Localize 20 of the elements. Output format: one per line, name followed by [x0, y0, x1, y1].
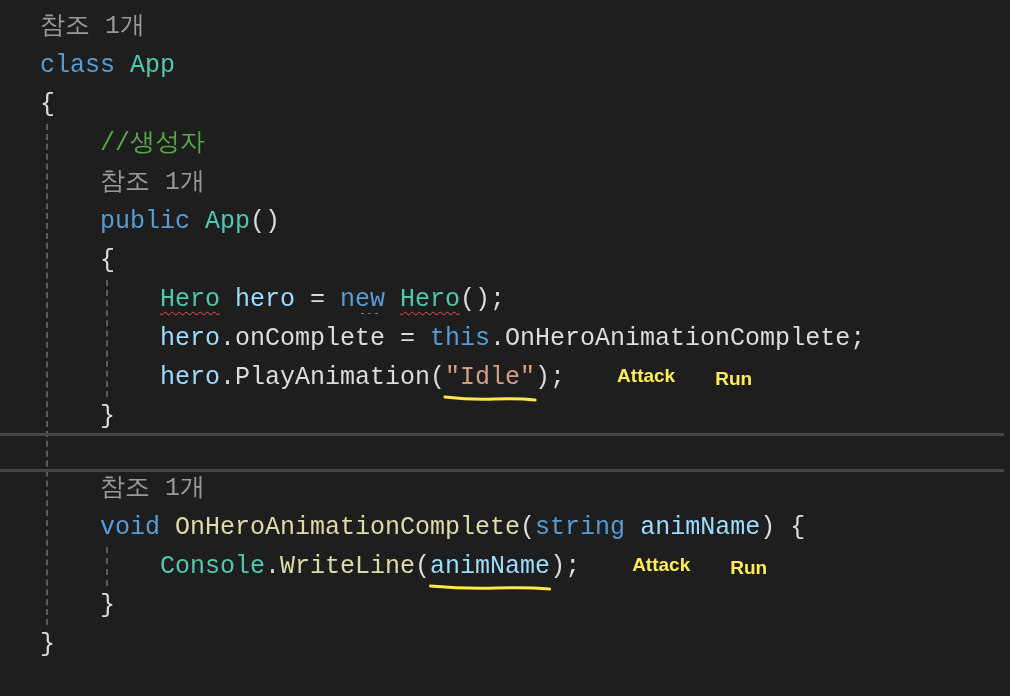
- code-line: public App(): [100, 206, 281, 238]
- code-line: Console.WriteLine(animName);: [160, 551, 581, 583]
- reference-count[interactable]: 참조 1개: [100, 163, 205, 202]
- code-line: hero.onComplete = this.OnHeroAnimationComplete;: [160, 323, 866, 355]
- reference-count[interactable]: 참조 1개: [40, 7, 145, 46]
- code-line: }: [100, 590, 115, 622]
- code-line: class App: [40, 50, 176, 82]
- handwritten-note: Run: [730, 556, 768, 577]
- code-line: }: [100, 401, 115, 433]
- code-line: void OnHeroAnimationComplete(string animName) {: [100, 512, 806, 544]
- code-line: {: [100, 245, 115, 277]
- handwritten-note: Attack: [617, 364, 676, 388]
- handwritten-note: Run: [715, 367, 753, 388]
- code-comment: //생성자: [100, 128, 205, 160]
- code-line: }: [40, 629, 55, 661]
- code-line: Hero hero = new Hero();: [160, 284, 506, 316]
- code-line: hero.PlayAnimation("Idle");: [160, 362, 566, 394]
- handwritten-note: Attack: [632, 553, 691, 577]
- code-line: {: [40, 89, 55, 121]
- reference-count[interactable]: 참조 1개: [100, 469, 205, 508]
